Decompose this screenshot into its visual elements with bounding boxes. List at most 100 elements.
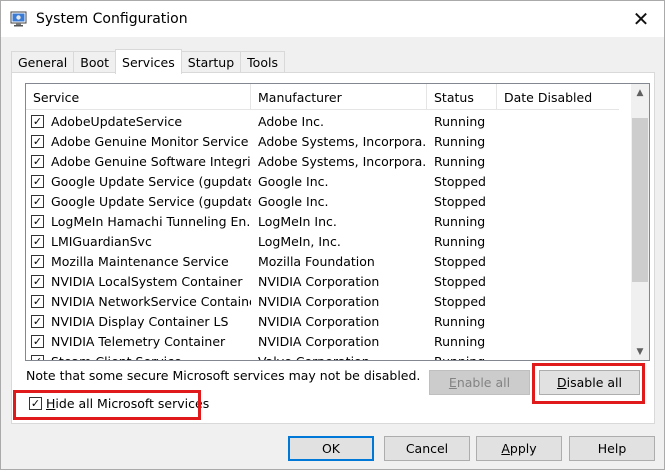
status-cell: Stopped: [434, 293, 486, 309]
note-text: Note that some secure Microsoft services…: [26, 368, 421, 383]
table-row[interactable]: ✓ NVIDIA LocalSystem Container NVIDIA Corp…: [26, 271, 619, 291]
table-row[interactable]: ✓ Steam Client Service Valve Corporation Ru…: [26, 351, 619, 361]
checkbox-checkmark-icon[interactable]: ✓: [31, 134, 44, 148]
checkbox-checkmark-icon[interactable]: ✓: [31, 114, 44, 128]
msconfig-icon: [10, 10, 28, 28]
column-header-service[interactable]: Service: [26, 84, 251, 110]
title-bar: System Configuration ✕: [1, 1, 664, 37]
system-configuration-window: System Configuration ✕ General Boot Serv…: [0, 0, 665, 470]
service-name: Google Update Service (gupdate): [51, 173, 251, 189]
table-row[interactable]: ✓ AdobeUpdateService Adobe Inc. Running: [26, 111, 619, 131]
manufacturer-cell: NVIDIA Corporation: [258, 313, 380, 329]
service-name: Adobe Genuine Monitor Service: [51, 133, 249, 149]
service-name: Google Update Service (gupdate...: [51, 193, 251, 209]
table-row[interactable]: ✓ LogMeIn Hamachi Tunneling En... LogMeIn …: [26, 211, 619, 231]
checkbox-checkmark-icon[interactable]: ✓: [31, 254, 44, 268]
status-cell: Running: [434, 313, 486, 329]
manufacturer-cell: LogMeIn, Inc.: [258, 233, 341, 249]
service-cell: ✓ Google Update Service (gupdate): [26, 174, 251, 189]
service-name: LMIGuardianSvc: [51, 233, 152, 249]
cancel-button[interactable]: Cancel: [384, 436, 470, 461]
tab-startup[interactable]: Startup: [180, 51, 242, 73]
status-cell: Running: [434, 353, 486, 361]
manufacturer-cell: Adobe Systems, Incorpora...: [258, 153, 427, 169]
service-name: NVIDIA Telemetry Container: [51, 333, 226, 349]
service-name: NVIDIA NetworkService Container: [51, 293, 251, 309]
service-cell: ✓ NVIDIA LocalSystem Container: [26, 274, 251, 289]
checkbox-checkmark-icon[interactable]: ✓: [31, 234, 44, 248]
close-button[interactable]: ✕: [618, 1, 664, 37]
vertical-scrollbar[interactable]: ▲ ▼: [631, 84, 649, 360]
status-cell: Running: [434, 333, 486, 349]
tab-general[interactable]: General: [11, 51, 75, 73]
checkbox-checkmark-icon[interactable]: ✓: [31, 334, 44, 348]
manufacturer-cell: Google Inc.: [258, 193, 329, 209]
apply-button[interactable]: Apply: [476, 436, 562, 461]
service-cell: ✓ Google Update Service (gupdate...: [26, 194, 251, 209]
status-cell: Running: [434, 153, 486, 169]
scroll-up-icon[interactable]: ▲: [631, 84, 649, 101]
service-name: NVIDIA LocalSystem Container: [51, 273, 243, 289]
service-cell: ✓ LogMeIn Hamachi Tunneling En...: [26, 214, 251, 229]
status-cell: Stopped: [434, 173, 486, 189]
status-cell: Running: [434, 113, 486, 129]
scroll-thumb[interactable]: [632, 118, 648, 282]
table-row[interactable]: ✓ Google Update Service (gupdate) Google I…: [26, 171, 619, 191]
table-row[interactable]: ✓ LMIGuardianSvc LogMeIn, Inc. Running: [26, 231, 619, 251]
service-cell: ✓ NVIDIA Display Container LS: [26, 314, 251, 329]
checkbox-checkmark-icon[interactable]: ✓: [31, 294, 44, 308]
checkbox-checkmark-icon[interactable]: ✓: [31, 314, 44, 328]
scroll-down-icon[interactable]: ▼: [631, 343, 649, 360]
table-row[interactable]: ✓ Google Update Service (gupdate... Google…: [26, 191, 619, 211]
service-cell: ✓ Mozilla Maintenance Service: [26, 254, 251, 269]
checkbox-checkmark-icon[interactable]: ✓: [31, 194, 44, 208]
ok-button[interactable]: OK: [288, 436, 374, 461]
column-header-date-disabled[interactable]: Date Disabled: [497, 84, 619, 110]
help-button[interactable]: Help: [569, 436, 655, 461]
service-cell: ✓ AdobeUpdateService: [26, 114, 251, 129]
manufacturer-cell: NVIDIA Corporation: [258, 293, 380, 309]
status-cell: Running: [434, 233, 486, 249]
checkbox-checkmark-icon[interactable]: ✓: [31, 354, 44, 360]
highlight-box-hide-microsoft: [13, 390, 201, 420]
table-row[interactable]: ✓ Mozilla Maintenance Service Mozilla Foun…: [26, 251, 619, 271]
service-name: AdobeUpdateService: [51, 113, 183, 129]
service-name: Steam Client Service: [51, 353, 182, 361]
manufacturer-cell: Valve Corporation: [258, 353, 370, 361]
manufacturer-cell: NVIDIA Corporation: [258, 273, 380, 289]
enable-all-button[interactable]: Enable all: [429, 370, 530, 395]
checkbox-checkmark-icon[interactable]: ✓: [31, 274, 44, 288]
table-row[interactable]: ✓ NVIDIA NetworkService Container NVIDIA C…: [26, 291, 619, 311]
close-icon: ✕: [632, 7, 650, 31]
service-cell: ✓ Adobe Genuine Monitor Service: [26, 134, 251, 149]
checkbox-checkmark-icon[interactable]: ✓: [31, 214, 44, 228]
table-row[interactable]: ✓ NVIDIA Telemetry Container NVIDIA Corpor…: [26, 331, 619, 351]
status-cell: Stopped: [434, 273, 486, 289]
highlight-box-disable-all: [532, 363, 645, 404]
tab-strip: General Boot Services Startup Tools: [11, 49, 285, 74]
checkbox-checkmark-icon[interactable]: ✓: [31, 154, 44, 168]
column-header-status[interactable]: Status: [427, 84, 497, 110]
table-row[interactable]: ✓ Adobe Genuine Software Integri... Adobe …: [26, 151, 619, 171]
tab-boot[interactable]: Boot: [73, 51, 117, 73]
service-cell: ✓ NVIDIA Telemetry Container: [26, 334, 251, 349]
manufacturer-cell: NVIDIA Corporation: [258, 333, 380, 349]
tab-services[interactable]: Services: [115, 49, 182, 74]
service-name: LogMeIn Hamachi Tunneling En...: [51, 213, 251, 229]
checkbox-checkmark-icon[interactable]: ✓: [31, 174, 44, 188]
service-name: Adobe Genuine Software Integri...: [51, 153, 251, 169]
service-cell: ✓ Adobe Genuine Software Integri...: [26, 154, 251, 169]
table-row[interactable]: ✓ Adobe Genuine Monitor Service Adobe Syst…: [26, 131, 619, 151]
list-header: Service Manufacturer Status Date Disable…: [26, 84, 619, 110]
status-cell: Stopped: [434, 193, 486, 209]
manufacturer-cell: Adobe Inc.: [258, 113, 324, 129]
table-row[interactable]: ✓ NVIDIA Display Container LS NVIDIA Corpo…: [26, 311, 619, 331]
status-cell: Running: [434, 133, 486, 149]
column-header-manufacturer[interactable]: Manufacturer: [251, 84, 427, 110]
list-rows: ✓ AdobeUpdateService Adobe Inc. Running ✓ Ado…: [26, 111, 619, 361]
service-name: NVIDIA Display Container LS: [51, 313, 229, 329]
services-list[interactable]: Service Manufacturer Status Date Disable…: [25, 83, 650, 361]
tab-tools[interactable]: Tools: [240, 51, 285, 73]
status-cell: Running: [434, 213, 486, 229]
status-cell: Stopped: [434, 253, 486, 269]
